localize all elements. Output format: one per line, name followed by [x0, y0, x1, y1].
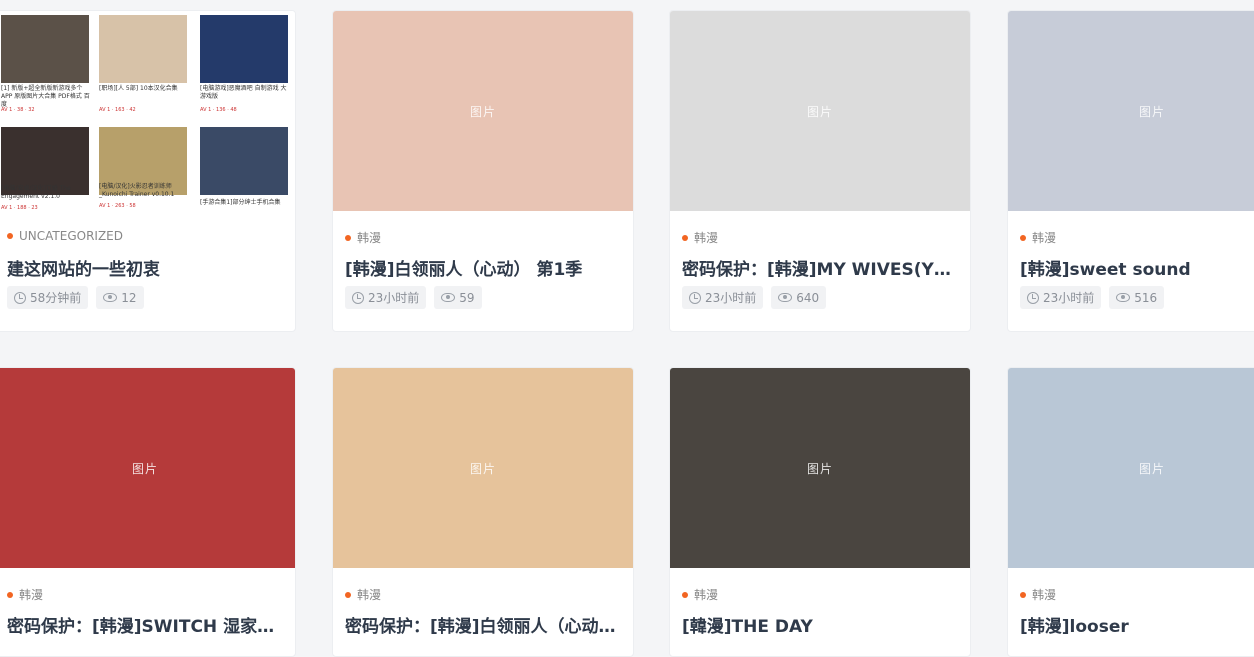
image-placeholder: 图片 [333, 368, 633, 568]
category-dot [1020, 234, 1026, 241]
post-card[interactable]: 图片 韩漫 [韓漫]THE DAY [669, 367, 971, 657]
post-title[interactable]: 密码保护：[韩漫]SWITCH 湿家侦… [7, 612, 283, 637]
post-meta: 23小时前 516 [1020, 286, 1165, 309]
post-time: 23小时前 [1020, 286, 1102, 309]
image-placeholder: 图片 [1008, 368, 1254, 568]
clock-icon [14, 291, 26, 304]
clock-icon [689, 291, 701, 304]
collage-image [200, 15, 288, 83]
post-card[interactable]: 图片 韩漫 密码保护：[韩漫]白领丽人（心动）… [332, 367, 634, 657]
eye-icon [1116, 293, 1131, 302]
post-card[interactable]: 图片 韩漫 密码保护：[韩漫]MY WIVES(YD… 23小时前 640 [669, 10, 971, 332]
post-thumbnail[interactable]: 图片 [1008, 11, 1254, 211]
post-meta: 23小时前 640 [682, 286, 827, 309]
collage-image [1, 15, 89, 83]
post-views: 640 [771, 286, 827, 309]
post-title[interactable]: 建这网站的一些初衷 [7, 255, 283, 280]
collage-caption: [电脑/汉化]火影忍者训练师 _Kunoichi Trainer v0.10.1 [99, 183, 175, 198]
post-category[interactable]: 韩漫 [1020, 229, 1056, 246]
category-dot [1020, 591, 1026, 598]
category-dot [7, 591, 13, 598]
post-thumbnail[interactable]: 图片 [670, 368, 970, 568]
image-placeholder: 图片 [1008, 11, 1254, 211]
image-placeholder: 图片 [670, 11, 970, 211]
collage-caption: [1] 新版+超全新版新游戏多个APP 原版图片大合集 PDF格式 百度 [1, 85, 90, 108]
post-title[interactable]: [韩漫]白领丽人（心动） 第1季 [345, 255, 621, 280]
post-thumbnail[interactable]: 图片 [670, 11, 970, 211]
post-time: 58分钟前 [7, 286, 89, 309]
eye-icon [778, 293, 793, 302]
post-thumbnail[interactable]: 图片 [333, 11, 633, 211]
eye-icon [441, 293, 456, 302]
post-thumbnail[interactable]: [1] 新版+超全新版新游戏多个APP 原版图片大合集 PDF格式 百度 AV … [0, 11, 295, 211]
category-dot [7, 233, 13, 239]
thumbnail-collage: [1] 新版+超全新版新游戏多个APP 原版图片大合集 PDF格式 百度 AV … [0, 11, 295, 211]
collage-caption: [电脑游戏]恶魔酒吧 自制游戏 大游戏版 [200, 85, 287, 100]
post-views: 516 [1109, 286, 1165, 309]
post-category[interactable]: 韩漫 [345, 586, 381, 603]
post-category[interactable]: 韩漫 [682, 586, 718, 603]
post-views: 12 [96, 286, 144, 309]
post-title[interactable]: 密码保护：[韩漫]白领丽人（心动）… [345, 612, 621, 637]
category-dot [345, 234, 351, 241]
post-category[interactable]: 韩漫 [682, 229, 718, 246]
post-category[interactable]: 韩漫 [345, 229, 381, 246]
collage-meta: AV 1 · 163 · 42 [99, 107, 136, 113]
post-title[interactable]: [韩漫]looser [1020, 612, 1254, 637]
post-card[interactable]: 图片 韩漫 [韩漫]sweet sound 23小时前 516 [1007, 10, 1254, 332]
post-category[interactable]: UNCATEGORIZED [7, 229, 123, 243]
collage-caption: [职场][人 5部] 10本汉化合集 [99, 85, 178, 92]
post-time: 23小时前 [345, 286, 427, 309]
clock-icon [1027, 291, 1039, 304]
collage-meta: AV 1 · 188 · 23 [1, 205, 38, 211]
post-title[interactable]: 密码保护：[韩漫]MY WIVES(YD… [682, 255, 958, 280]
post-category[interactable]: 韩漫 [7, 586, 43, 603]
post-card[interactable]: [1] 新版+超全新版新游戏多个APP 原版图片大合集 PDF格式 百度 AV … [0, 10, 296, 332]
collage-meta: AV 1 · 38 · 32 [1, 107, 35, 113]
image-placeholder: 图片 [333, 11, 633, 211]
collage-image [200, 127, 288, 195]
image-placeholder: 图片 [0, 368, 295, 568]
category-dot [682, 234, 688, 241]
collage-meta: AV 1 · 263 · 58 [99, 203, 136, 209]
post-card[interactable]: 图片 韩漫 密码保护：[韩漫]SWITCH 湿家侦… [0, 367, 296, 657]
collage-caption: [电脑/安卓/汉化]订婚 The Engagement v2.1.0 [1, 185, 71, 200]
image-placeholder: 图片 [670, 368, 970, 568]
collage-image [99, 15, 187, 83]
post-time: 23小时前 [682, 286, 764, 309]
post-category[interactable]: 韩漫 [1020, 586, 1056, 603]
post-meta: 58分钟前 12 [7, 286, 144, 309]
post-title[interactable]: [韩漫]sweet sound [1020, 255, 1254, 280]
category-dot [345, 591, 351, 598]
post-card[interactable]: 图片 韩漫 [韩漫]白领丽人（心动） 第1季 23小时前 59 [332, 10, 634, 332]
post-thumbnail[interactable]: 图片 [0, 368, 295, 568]
collage-caption: [手游合集1]部分绅士手机合集 [200, 199, 281, 206]
post-title[interactable]: [韓漫]THE DAY [682, 612, 958, 637]
post-thumbnail[interactable]: 图片 [1008, 368, 1254, 568]
post-views: 59 [434, 286, 482, 309]
collage-meta: AV 1 · 136 · 48 [200, 107, 237, 113]
post-meta: 23小时前 59 [345, 286, 482, 309]
post-card[interactable]: 图片 韩漫 [韩漫]looser [1007, 367, 1254, 657]
eye-icon [103, 293, 118, 302]
post-thumbnail[interactable]: 图片 [333, 368, 633, 568]
category-dot [682, 591, 688, 598]
clock-icon [352, 291, 364, 304]
